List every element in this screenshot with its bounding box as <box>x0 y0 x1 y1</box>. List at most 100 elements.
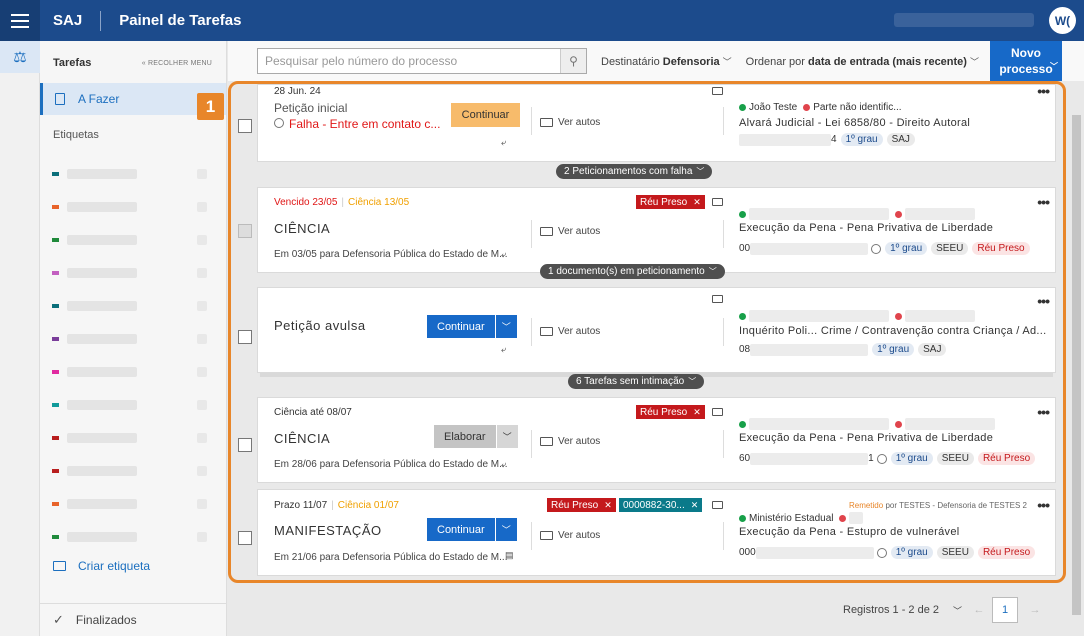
recipient-filter[interactable]: Destinatário Defensoria ﹀ <box>601 55 732 68</box>
party-passive: Parte não identific... <box>813 102 902 113</box>
search-input[interactable]: Pesquisar pelo número do processo <box>258 54 560 68</box>
tag-item[interactable] <box>40 388 226 421</box>
more-options-icon[interactable]: ••• <box>1037 83 1050 99</box>
tag-item[interactable] <box>40 487 226 520</box>
task-card[interactable]: Ciência até 08/07 CIÊNCIA Elaborar ﹀ Em 2… <box>238 397 1056 483</box>
view-records-link[interactable]: Ver autos <box>540 436 600 447</box>
divider <box>723 220 724 248</box>
new-process-button[interactable]: Novo processo ﹀ <box>990 41 1062 81</box>
group-without-summons[interactable]: 6 Tarefas sem intimação ﹀ <box>568 374 705 389</box>
tag-name-blurred <box>67 531 137 542</box>
tag-item[interactable] <box>40 223 226 256</box>
create-tag-link[interactable]: Criar etiqueta <box>40 559 226 573</box>
tag-color-swatch <box>52 501 59 506</box>
task-checkbox[interactable] <box>238 531 252 545</box>
process-number-tail: 1 <box>868 453 874 464</box>
chevron-down-icon[interactable]: ﹀ <box>495 425 518 448</box>
comment-icon[interactable]: ▤ <box>505 550 514 561</box>
continue-button[interactable]: Continuar ﹀ <box>427 518 517 541</box>
task-card[interactable]: Vencido 23/05 | Ciência 13/05 CIÊNCIA Em 0… <box>238 187 1056 273</box>
tag-item[interactable] <box>40 322 226 355</box>
sidebar-item-finalizados[interactable]: ✓ Finalizados <box>40 603 226 636</box>
divider <box>723 318 724 346</box>
more-options-icon[interactable]: ••• <box>1037 194 1050 210</box>
passive-party-dot <box>839 514 847 522</box>
info-icon <box>274 118 284 128</box>
tags-heading: Etiquetas <box>53 129 99 141</box>
tag-item[interactable] <box>40 355 226 388</box>
task-card[interactable]: Prazo 11/07 | Ciência 01/07 MANIFESTAÇÃO C… <box>238 489 1056 576</box>
task-checkbox[interactable] <box>238 119 252 133</box>
tag-count-blurred <box>197 201 207 212</box>
close-icon[interactable]: ✕ <box>693 197 701 208</box>
chevron-down-icon[interactable]: ﹀ <box>953 604 962 617</box>
close-icon[interactable]: ✕ <box>691 500 699 511</box>
recipient-value: Defensoria <box>662 55 720 68</box>
tag-item[interactable] <box>40 421 226 454</box>
party-active: Ministério Estadual <box>749 512 834 524</box>
process-number-head: 60 <box>739 453 751 464</box>
prev-page-button[interactable]: ← <box>968 599 990 621</box>
tag-item[interactable] <box>40 289 226 322</box>
inbox-icon[interactable] <box>712 198 723 206</box>
task-checkbox[interactable] <box>238 330 252 344</box>
inbox-icon[interactable] <box>712 408 723 416</box>
tag-item[interactable] <box>40 520 226 553</box>
search-icon[interactable]: ⚲ <box>560 49 586 73</box>
more-options-icon[interactable]: ••• <box>1037 404 1050 420</box>
page-number-button[interactable]: 1 <box>992 597 1019 623</box>
tag-badge: Réu Preso ✕ <box>547 498 616 512</box>
tag-item[interactable] <box>40 190 226 223</box>
continue-button[interactable]: Continuar ﹀ <box>427 315 517 338</box>
folder-icon <box>540 531 553 540</box>
tag-item[interactable] <box>40 454 226 487</box>
elaborate-button[interactable]: Elaborar ﹀ <box>434 425 518 448</box>
task-card[interactable]: Petição avulsa Continuar ﹀ ⤶ Ver autos ••… <box>238 287 1056 373</box>
info-icon[interactable] <box>871 243 882 254</box>
chevron-down-icon: ﹀ <box>708 267 717 276</box>
view-records-link[interactable]: Ver autos <box>540 226 600 237</box>
process-number-blurred <box>739 133 831 146</box>
scales-icon[interactable]: ⚖ <box>0 41 40 73</box>
view-records-link[interactable]: Ver autos <box>540 530 600 541</box>
group-in-petitioning[interactable]: 1 documento(s) em peticionamento ﹀ <box>540 264 725 279</box>
brand-logo[interactable]: SAJ <box>53 12 82 29</box>
scrollbar-thumb[interactable] <box>1072 115 1081 615</box>
tag-item[interactable] <box>40 256 226 289</box>
more-options-icon[interactable]: ••• <box>1037 497 1050 513</box>
sort-label: Ordenar por <box>745 55 805 68</box>
task-checkbox[interactable] <box>238 438 252 452</box>
more-options-icon[interactable]: ••• <box>1037 293 1050 309</box>
tag-name-blurred <box>67 498 137 509</box>
tag-item[interactable] <box>40 157 226 190</box>
collapse-menu-button[interactable]: « RECOLHER MENU <box>142 60 212 67</box>
close-icon[interactable]: ✕ <box>604 500 612 511</box>
close-icon[interactable]: ✕ <box>693 407 701 418</box>
avatar[interactable]: W( <box>1049 7 1076 34</box>
scrollbar[interactable] <box>1070 81 1084 636</box>
inbox-icon[interactable] <box>712 501 723 509</box>
status-pill: Réu Preso <box>977 546 1036 559</box>
next-page-button[interactable]: → <box>1024 599 1046 621</box>
system-pill: SEEU <box>936 452 974 465</box>
divider <box>723 522 724 550</box>
task-card[interactable]: 28 Jun. 24 Petição inicial Falha - Entre… <box>238 83 1056 162</box>
search-field[interactable]: Pesquisar pelo número do processo ⚲ <box>257 48 587 74</box>
chevron-down-icon[interactable]: ﹀ <box>494 315 517 338</box>
menu-icon[interactable] <box>0 0 40 41</box>
inbox-icon[interactable] <box>712 295 723 303</box>
sort-filter[interactable]: Ordenar por data de entrada (mais recent… <box>746 55 979 68</box>
task-title: CIÊNCIA <box>274 221 331 236</box>
group-failed-petitions[interactable]: 2 Peticionamentos com falha ﹀ <box>556 164 713 179</box>
view-records-link[interactable]: Ver autos <box>540 117 600 128</box>
passive-party-dot <box>895 420 902 428</box>
process-number-blurred <box>750 452 869 465</box>
status-pill: Réu Preso <box>972 242 1030 255</box>
chevron-down-icon[interactable]: ﹀ <box>494 518 517 541</box>
check-icon: ✓ <box>53 612 64 627</box>
continue-button[interactable]: Continuar <box>451 103 520 127</box>
info-icon[interactable] <box>876 547 887 558</box>
info-icon[interactable] <box>876 453 887 464</box>
view-records-link[interactable]: Ver autos <box>540 326 600 337</box>
inbox-icon[interactable] <box>712 87 723 95</box>
